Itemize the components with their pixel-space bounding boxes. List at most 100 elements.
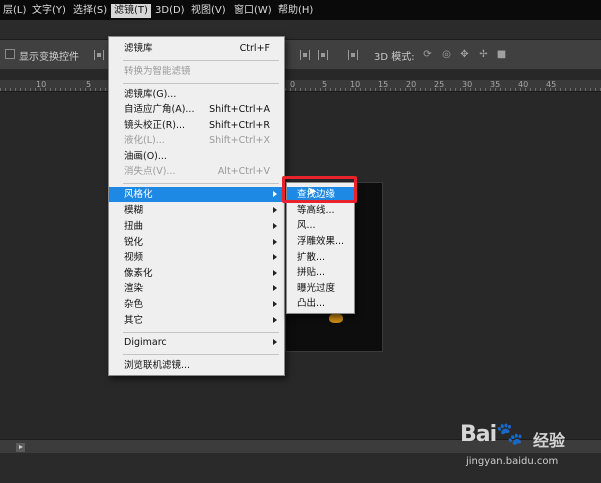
menu-separator: [123, 332, 279, 333]
submenu-arrow-icon: [273, 254, 277, 260]
digimarc-menu-item[interactable]: Digimarc: [109, 335, 284, 350]
menu-item-label: 杂色: [124, 299, 144, 310]
blur-menu-item[interactable]: 模糊: [109, 203, 284, 218]
lens-correction[interactable]: 镜头校正(R)... Shift+Ctrl+R: [109, 118, 284, 133]
adaptive-wide-angle[interactable]: 自适应广角(A)... Shift+Ctrl+A: [109, 102, 284, 117]
menu-view[interactable]: 视图(V): [188, 4, 229, 18]
submenu-arrow-icon: [273, 317, 277, 323]
menu-type[interactable]: 文字(Y): [29, 4, 69, 18]
menu-select[interactable]: 选择(S): [70, 4, 110, 18]
menu-3d[interactable]: 3D(D): [152, 4, 188, 18]
distribute-icon[interactable]: [300, 50, 310, 60]
noise-menu-item[interactable]: 杂色: [109, 297, 284, 312]
other-menu-item[interactable]: 其它: [109, 313, 284, 328]
ruler-number: 40: [518, 80, 529, 89]
menu-separator: [123, 183, 279, 184]
menu-item-label: 浏览联机滤镜...: [124, 360, 191, 371]
shortcut-label: Shift+Ctrl+R: [208, 120, 270, 131]
ruler-number: 10: [36, 80, 47, 89]
ruler-number: 30: [462, 80, 473, 89]
ruler-number: 10: [350, 80, 361, 89]
browse-online-filters[interactable]: 浏览联机滤镜...: [109, 358, 284, 373]
ruler-number: 5: [86, 80, 92, 89]
annotation-highlight-box: [282, 176, 357, 203]
menu-item-label: 镜头校正(R)...: [124, 120, 186, 131]
video-menu-item[interactable]: 视频: [109, 250, 284, 265]
menu-item-label: 锐化: [124, 237, 144, 248]
wind-item[interactable]: 风...: [287, 218, 354, 233]
shortcut-label: Shift+Ctrl+X: [209, 135, 270, 146]
menu-item-label: Digimarc: [124, 337, 167, 348]
menu-item-label: 像素化: [124, 268, 153, 279]
ruler-number: 15: [378, 80, 389, 89]
ruler-number: 25: [434, 80, 445, 89]
menu-item-label: 视频: [124, 252, 144, 263]
menu-filter[interactable]: 滤镜(T): [111, 4, 151, 18]
shortcut-label: Ctrl+F: [239, 43, 270, 54]
submenu-arrow-icon: [273, 339, 277, 345]
ruler-number: 0: [290, 80, 296, 89]
menu-item-label: 油画(O)...: [124, 151, 167, 162]
menu-item-label: 扭曲: [124, 221, 144, 232]
shortcut-label: Alt+Ctrl+V: [217, 166, 270, 177]
menu-item-label: 自适应广角(A)...: [124, 104, 195, 115]
menu-item-label: 液化(L)...: [124, 135, 165, 146]
solarize-item[interactable]: 曝光过度: [287, 281, 354, 296]
distort-menu-item[interactable]: 扭曲: [109, 219, 284, 234]
horizontal-ruler: 10 5 0 5 10 15 20 25 30 35 40 45: [0, 80, 601, 92]
emboss-item[interactable]: 浮雕效果...: [287, 234, 354, 249]
3d-mode-label: 3D 模式:: [374, 52, 415, 63]
submenu-arrow-icon: [273, 223, 277, 229]
ruler-number: 45: [546, 80, 557, 89]
auto-align-icon[interactable]: [348, 50, 358, 60]
distribute-icon[interactable]: [318, 50, 328, 60]
submenu-arrow-icon: [273, 285, 277, 291]
oil-paint[interactable]: 油画(O)...: [109, 149, 284, 164]
canvas-image-detail: [329, 313, 343, 323]
menu-item-label: 模糊: [124, 205, 144, 216]
menu-item-label: 滤镜库: [124, 43, 153, 54]
logo-tail-text: 经验: [533, 431, 566, 450]
ruler-number: 5: [322, 80, 328, 89]
orbit-icon[interactable]: ⟳: [422, 49, 433, 60]
slide-icon[interactable]: ✢: [478, 49, 489, 60]
roll-icon[interactable]: ◎: [441, 49, 452, 60]
menu-separator: [123, 354, 279, 355]
baidu-logo: Bai🐾: [460, 422, 524, 447]
menu-item-label: 消失点(V)...: [124, 166, 176, 177]
filter-menu: 滤镜库 Ctrl+F 转换为智能滤镜 滤镜库(G)... 自适应广角(A)... S…: [108, 36, 285, 376]
play-icon[interactable]: [16, 443, 25, 452]
menu-window[interactable]: 窗口(W): [231, 4, 275, 18]
filter-gallery-last[interactable]: 滤镜库 Ctrl+F: [109, 41, 284, 56]
menu-layer[interactable]: 层(L): [0, 4, 29, 18]
tiles-item[interactable]: 拼贴...: [287, 265, 354, 280]
scale-icon[interactable]: ■: [496, 49, 507, 60]
align-icon[interactable]: [94, 50, 104, 60]
vanishing-point[interactable]: 消失点(V)... Alt+Ctrl+V: [109, 164, 284, 179]
show-transform-checkbox[interactable]: [5, 49, 15, 59]
sharpen-menu-item[interactable]: 锐化: [109, 235, 284, 250]
drag-icon[interactable]: ✥: [459, 49, 470, 60]
render-menu-item[interactable]: 渲染: [109, 281, 284, 296]
pixelate-menu-item[interactable]: 像素化: [109, 266, 284, 281]
menu-help[interactable]: 帮助(H): [275, 4, 316, 18]
contour-item[interactable]: 等高线...: [287, 203, 354, 218]
diffuse-item[interactable]: 扩散...: [287, 250, 354, 265]
extrude-item[interactable]: 凸出...: [287, 296, 354, 311]
ruler-number: 35: [490, 80, 501, 89]
paw-icon: 🐾: [496, 422, 523, 447]
menu-separator: [123, 83, 279, 84]
submenu-arrow-icon: [273, 270, 277, 276]
logo-text: Bai: [460, 422, 497, 447]
watermark-url: jingyan.baidu.com: [466, 456, 559, 467]
submenu-arrow-icon: [273, 207, 277, 213]
liquify[interactable]: 液化(L)... Shift+Ctrl+X: [109, 133, 284, 148]
shortcut-label: Shift+Ctrl+A: [209, 104, 270, 115]
ruler-number: 20: [406, 80, 417, 89]
submenu-arrow-icon: [273, 191, 277, 197]
filter-gallery[interactable]: 滤镜库(G)...: [109, 87, 284, 102]
menu-item-label: 滤镜库(G)...: [124, 89, 177, 100]
stylize-menu-item[interactable]: 风格化: [109, 187, 284, 202]
submenu-arrow-icon: [273, 239, 277, 245]
convert-smart-filter[interactable]: 转换为智能滤镜: [109, 64, 284, 79]
